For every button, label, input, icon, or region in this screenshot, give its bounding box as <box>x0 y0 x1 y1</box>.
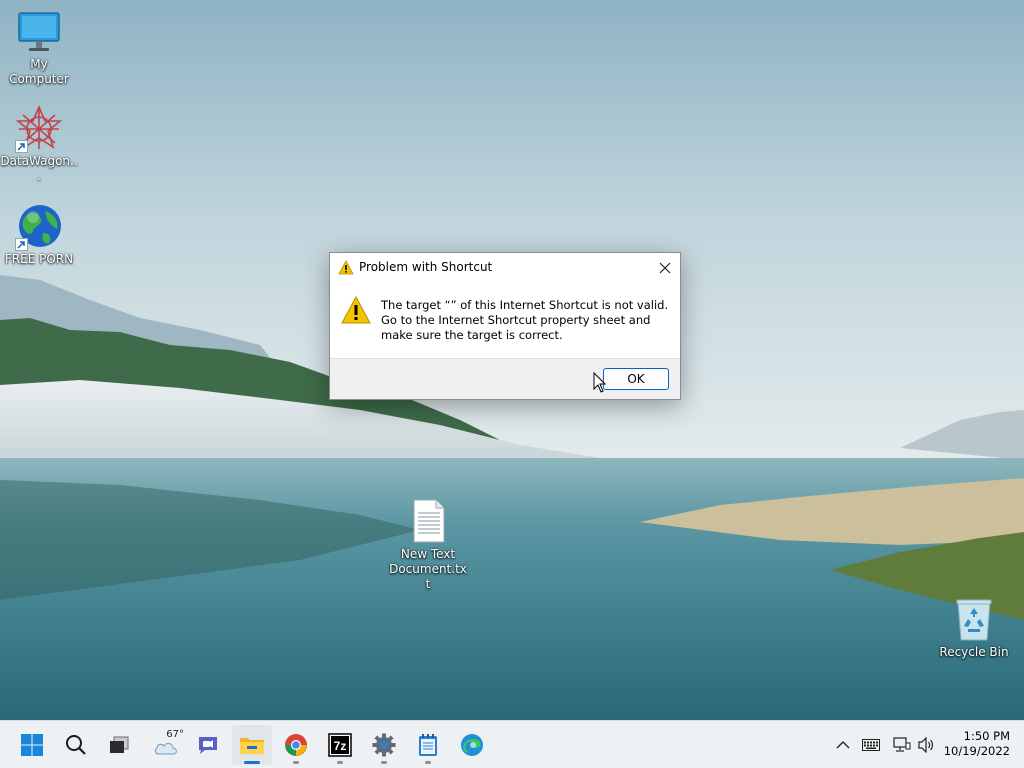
chevron-up-icon <box>836 741 850 749</box>
7zip-button[interactable]: 7z <box>320 725 360 765</box>
start-button[interactable] <box>12 725 52 765</box>
desktop-icon-datawagon[interactable]: DataWagon... <box>0 104 79 184</box>
running-indicator <box>293 761 299 764</box>
show-hidden-icons-button[interactable] <box>833 735 853 755</box>
text-document-icon <box>404 498 452 546</box>
desktop-icon-label: DataWagon... <box>0 154 78 183</box>
keyboard-button[interactable] <box>861 735 881 755</box>
ok-button[interactable]: OK <box>603 368 669 390</box>
edge-button[interactable] <box>452 725 492 765</box>
desktop-icon-label: My Computer <box>9 57 69 86</box>
warning-icon <box>338 260 354 278</box>
settings-button[interactable] <box>364 725 404 765</box>
network-icon <box>893 737 911 752</box>
svg-text:7z: 7z <box>334 739 347 753</box>
shortcut-arrow-icon <box>15 140 28 153</box>
gear-icon <box>372 733 396 757</box>
chrome-icon <box>285 734 307 756</box>
task-view-button[interactable] <box>99 725 139 765</box>
edge-icon <box>461 734 483 756</box>
desktop-icon-label: FREE PORN <box>4 252 74 266</box>
monitor-icon <box>15 8 63 56</box>
recycle-bin-icon <box>950 596 998 644</box>
running-indicator <box>381 761 387 764</box>
chat-button[interactable] <box>188 725 228 765</box>
notepad-icon <box>419 734 437 756</box>
file-explorer-button[interactable] <box>232 725 272 765</box>
windows-start-icon <box>21 734 43 756</box>
desktop-icon-recycle-bin[interactable]: Recycle Bin <box>934 596 1014 660</box>
desktop-icon-new-text-document[interactable]: New Text Document.txt <box>388 498 468 592</box>
close-icon <box>659 262 671 273</box>
teams-chat-icon <box>199 737 217 754</box>
keyboard-icon <box>862 739 880 751</box>
folder-icon <box>240 738 264 754</box>
desktop: My Computer DataWagon... FREE PORN New T… <box>0 0 1024 720</box>
search-button[interactable] <box>56 725 96 765</box>
running-indicator <box>337 761 343 764</box>
notepad-button[interactable] <box>408 725 448 765</box>
dialog-body: The target “” of this Internet Shortcut … <box>330 282 680 358</box>
chrome-button[interactable] <box>276 725 316 765</box>
desktop-icon-label: Recycle Bin <box>939 645 1009 659</box>
shortcut-arrow-icon <box>15 238 28 251</box>
task-view-icon <box>110 736 129 753</box>
problem-with-shortcut-dialog: Problem with Shortcut The target “” of t… <box>329 252 681 400</box>
weather-cloud-icon <box>154 743 177 755</box>
clock[interactable]: 1:50 PM 10/19/2022 <box>944 729 1010 759</box>
warning-icon <box>341 295 371 327</box>
taskbar: 67° 7z 1:50 PM 10/19/2022 <box>0 720 1024 768</box>
7zip-icon: 7z <box>328 733 352 757</box>
search-icon <box>66 735 86 755</box>
clock-date: 10/19/2022 <box>943 744 1010 758</box>
active-indicator <box>244 761 260 764</box>
close-button[interactable] <box>650 253 680 282</box>
dialog-title: Problem with Shortcut <box>359 260 493 274</box>
volume-button[interactable] <box>917 735 937 755</box>
desktop-icon-free-porn[interactable]: FREE PORN <box>0 203 79 267</box>
desktop-icon-my-computer[interactable]: My Computer <box>0 8 79 87</box>
running-indicator <box>425 761 431 764</box>
dialog-footer: OK <box>330 358 680 399</box>
datawagon-icon <box>15 104 63 153</box>
mouse-cursor-icon <box>593 372 607 393</box>
clock-time: 1:50 PM <box>963 729 1010 743</box>
network-button[interactable] <box>892 735 912 755</box>
volume-icon <box>918 737 933 753</box>
desktop-icon-label: New Text Document.txt <box>389 547 467 591</box>
globe-icon <box>15 203 63 251</box>
widgets-button[interactable]: 67° <box>145 725 187 765</box>
weather-temperature: 67° <box>166 729 184 740</box>
dialog-titlebar[interactable]: Problem with Shortcut <box>330 253 680 282</box>
dialog-message: The target “” of this Internet Shortcut … <box>381 298 669 342</box>
